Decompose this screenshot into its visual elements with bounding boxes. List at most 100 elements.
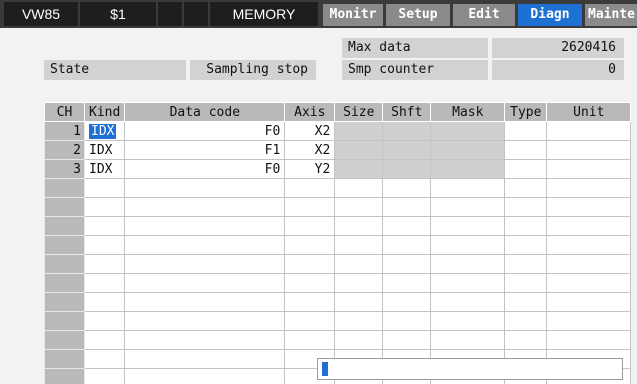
data-code-cell[interactable]: F0 — [124, 159, 286, 179]
kind-cell-selected[interactable]: IDX — [83, 121, 126, 141]
type-cell[interactable] — [504, 197, 548, 217]
mask-cell[interactable] — [430, 140, 506, 160]
shft-cell[interactable] — [382, 216, 432, 236]
mask-cell[interactable] — [430, 235, 506, 255]
axis-cell[interactable] — [284, 216, 336, 236]
axis-cell[interactable] — [284, 197, 336, 217]
unit-cell[interactable] — [546, 159, 632, 179]
shft-cell[interactable] — [382, 235, 432, 255]
data-code-cell[interactable] — [124, 273, 286, 293]
mask-cell[interactable] — [430, 197, 506, 217]
data-code-cell[interactable] — [124, 178, 286, 198]
data-code-cell[interactable]: F1 — [124, 140, 286, 160]
data-code-cell[interactable] — [124, 368, 286, 384]
unit-cell[interactable] — [546, 330, 632, 350]
axis-cell[interactable] — [284, 235, 336, 255]
tab-diagnosis[interactable]: Diagn — [518, 4, 582, 26]
unit-cell[interactable] — [546, 178, 632, 198]
unit-cell[interactable] — [546, 216, 632, 236]
type-cell[interactable] — [504, 216, 548, 236]
type-cell[interactable] — [504, 178, 548, 198]
size-cell[interactable] — [334, 197, 384, 217]
shft-cell[interactable] — [382, 254, 432, 274]
size-cell[interactable] — [334, 216, 384, 236]
axis-cell[interactable] — [284, 273, 336, 293]
type-cell[interactable] — [504, 254, 548, 274]
kind-cell[interactable] — [83, 292, 126, 312]
data-code-cell[interactable] — [124, 235, 286, 255]
axis-cell[interactable] — [284, 330, 336, 350]
axis-cell[interactable] — [284, 311, 336, 331]
mask-cell[interactable] — [430, 273, 506, 293]
type-cell[interactable] — [504, 235, 548, 255]
axis-cell[interactable] — [284, 178, 336, 198]
data-code-cell[interactable] — [124, 254, 286, 274]
shft-cell[interactable] — [382, 311, 432, 331]
kind-cell[interactable] — [83, 197, 126, 217]
unit-cell[interactable] — [546, 121, 632, 141]
size-cell[interactable] — [334, 254, 384, 274]
kind-cell[interactable] — [83, 273, 126, 293]
type-cell[interactable] — [504, 159, 548, 179]
unit-cell[interactable] — [546, 311, 632, 331]
type-cell[interactable] — [504, 311, 548, 331]
mask-cell[interactable] — [430, 330, 506, 350]
size-cell[interactable] — [334, 292, 384, 312]
data-code-cell[interactable]: F0 — [124, 121, 286, 141]
type-cell[interactable] — [504, 273, 548, 293]
shft-cell[interactable] — [382, 140, 432, 160]
tab-setup[interactable]: Setup — [386, 4, 450, 26]
type-cell[interactable] — [504, 121, 548, 141]
size-cell[interactable] — [334, 235, 384, 255]
size-cell[interactable] — [334, 159, 384, 179]
data-code-cell[interactable] — [124, 292, 286, 312]
unit-cell[interactable] — [546, 197, 632, 217]
unit-cell[interactable] — [546, 254, 632, 274]
type-cell[interactable] — [504, 292, 548, 312]
shft-cell[interactable] — [382, 330, 432, 350]
axis-cell[interactable] — [284, 254, 336, 274]
mask-cell[interactable] — [430, 311, 506, 331]
size-cell[interactable] — [334, 140, 384, 160]
unit-cell[interactable] — [546, 235, 632, 255]
mask-cell[interactable] — [430, 254, 506, 274]
size-cell[interactable] — [334, 330, 384, 350]
kind-cell[interactable] — [83, 216, 126, 236]
kind-cell[interactable] — [83, 311, 126, 331]
tab-edit[interactable]: Edit — [453, 4, 515, 26]
size-cell[interactable] — [334, 311, 384, 331]
mask-cell[interactable] — [430, 292, 506, 312]
kind-cell[interactable]: IDX — [83, 140, 126, 160]
type-cell[interactable] — [504, 330, 548, 350]
data-code-cell[interactable] — [124, 197, 286, 217]
kind-cell[interactable] — [83, 368, 126, 384]
unit-cell[interactable] — [546, 273, 632, 293]
axis-cell[interactable]: Y2 — [284, 159, 336, 179]
axis-cell[interactable]: X2 — [284, 121, 336, 141]
shft-cell[interactable] — [382, 292, 432, 312]
input-line[interactable] — [317, 358, 623, 380]
kind-cell[interactable] — [83, 330, 126, 350]
kind-cell[interactable] — [83, 178, 126, 198]
data-code-cell[interactable] — [124, 349, 286, 369]
size-cell[interactable] — [334, 178, 384, 198]
tab-monitor[interactable]: Monitr — [323, 4, 383, 26]
mask-cell[interactable] — [430, 178, 506, 198]
shft-cell[interactable] — [382, 273, 432, 293]
data-code-cell[interactable] — [124, 330, 286, 350]
shft-cell[interactable] — [382, 121, 432, 141]
unit-cell[interactable] — [546, 292, 632, 312]
shft-cell[interactable] — [382, 197, 432, 217]
kind-cell[interactable] — [83, 235, 126, 255]
axis-cell[interactable] — [284, 292, 336, 312]
mask-cell[interactable] — [430, 121, 506, 141]
shft-cell[interactable] — [382, 159, 432, 179]
tab-maintenance[interactable]: Mainte — [585, 4, 637, 26]
data-code-cell[interactable] — [124, 216, 286, 236]
kind-cell[interactable]: IDX — [83, 159, 126, 179]
mask-cell[interactable] — [430, 216, 506, 236]
size-cell[interactable] — [334, 121, 384, 141]
mask-cell[interactable] — [430, 159, 506, 179]
kind-cell[interactable] — [83, 254, 126, 274]
axis-cell[interactable]: X2 — [284, 140, 336, 160]
